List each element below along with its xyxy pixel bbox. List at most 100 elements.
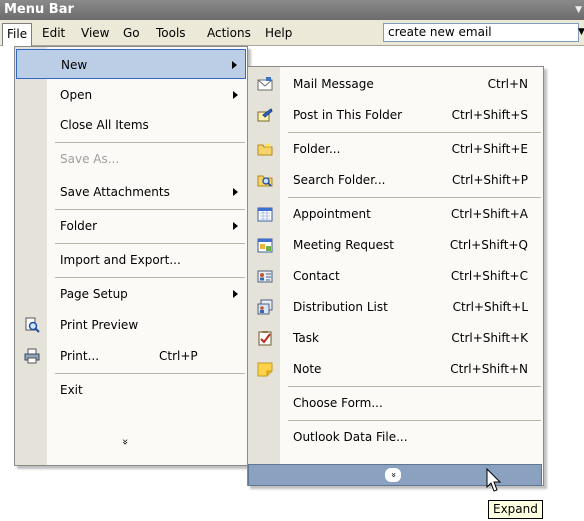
mouse-cursor-icon <box>486 468 502 492</box>
submenu-arrow-icon <box>233 91 238 99</box>
separator <box>288 420 541 421</box>
menu-item-label: Print... <box>60 349 100 363</box>
ask-question-input[interactable]: create new email <box>383 23 579 42</box>
menu-item-shortcut: Ctrl+Shift+S <box>451 108 528 122</box>
new-outlook-data-file[interactable]: Outlook Data File... <box>249 422 542 452</box>
menu-item-shortcut: Ctrl+N <box>487 77 528 91</box>
ask-dropdown-icon[interactable]: ▼ <box>578 27 584 37</box>
file-menu-open[interactable]: Open <box>16 80 246 110</box>
separator <box>55 243 245 244</box>
menu-item-shortcut: Ctrl+Shift+P <box>452 173 528 187</box>
menu-item-shortcut: Ctrl+Shift+L <box>452 300 528 314</box>
printer-icon <box>24 348 40 364</box>
menu-item-label: Print Preview <box>60 318 139 332</box>
separator <box>288 197 541 198</box>
print-preview-icon <box>25 317 40 333</box>
new-mail-message[interactable]: Mail Message Ctrl+N <box>249 69 542 99</box>
post-icon <box>257 108 273 122</box>
separator <box>55 209 245 210</box>
menu-item-shortcut: Ctrl+Shift+K <box>451 331 528 345</box>
menu-bar: File Edit View Go Tools Actions Help cre… <box>0 20 584 46</box>
file-menu-folder[interactable]: Folder <box>16 211 246 241</box>
menu-item-label: Post in This Folder <box>293 108 403 122</box>
menu-item-label: New <box>61 58 88 72</box>
menu-item-label: Exit <box>60 383 83 397</box>
file-menu-print-preview[interactable]: Print Preview <box>16 310 246 340</box>
menu-bar-title: Menu Bar ▼ <box>0 0 584 20</box>
menu-item-label: Folder <box>60 219 98 233</box>
chevron-glyph: » <box>387 472 398 478</box>
menu-help[interactable]: Help <box>261 24 296 42</box>
separator <box>288 132 541 133</box>
menu-item-label: Outlook Data File... <box>293 430 408 444</box>
file-menu-page-setup[interactable]: Page Setup <box>16 279 246 309</box>
new-task[interactable]: Task Ctrl+Shift+K <box>249 323 542 353</box>
new-choose-form[interactable]: Choose Form... <box>249 388 542 418</box>
menu-item-shortcut: Ctrl+Shift+N <box>450 362 528 376</box>
meeting-request-icon <box>257 238 273 253</box>
expand-tooltip: Expand <box>488 500 543 519</box>
menu-item-label: Note <box>293 362 322 376</box>
menu-item-label: Distribution List <box>293 300 388 314</box>
new-appointment[interactable]: Appointment Ctrl+Shift+A <box>249 199 542 229</box>
appointment-icon <box>257 207 273 222</box>
menu-view[interactable]: View <box>77 24 113 42</box>
menu-item-label: Close All Items <box>60 118 149 132</box>
menu-item-label: Choose Form... <box>293 396 383 410</box>
new-note[interactable]: Note Ctrl+Shift+N <box>249 354 542 384</box>
file-menu-new[interactable]: New <box>16 49 246 79</box>
submenu-arrow-icon <box>233 290 238 298</box>
menu-actions[interactable]: Actions <box>203 24 255 42</box>
menu-file[interactable]: File <box>2 23 33 46</box>
menu-item-label: Mail Message <box>293 77 374 91</box>
separator <box>288 386 541 387</box>
separator <box>55 373 245 374</box>
menu-edit[interactable]: Edit <box>38 24 69 42</box>
file-menu-import-export[interactable]: Import and Export... <box>16 245 246 275</box>
menu-item-label: Page Setup <box>60 287 128 301</box>
menu-item-shortcut: Ctrl+Shift+A <box>451 207 528 221</box>
expand-chevron-icon[interactable]: » <box>385 468 401 482</box>
separator <box>55 277 245 278</box>
file-menu-expand-chevron-icon[interactable]: » <box>116 432 134 452</box>
menu-item-label: Task <box>293 331 319 345</box>
new-post-in-folder[interactable]: Post in This Folder Ctrl+Shift+S <box>249 100 542 130</box>
menu-item-label: Contact <box>293 269 340 283</box>
file-menu-print[interactable]: Print... Ctrl+P <box>16 341 246 371</box>
mail-message-icon <box>257 77 273 91</box>
menu-go[interactable]: Go <box>119 24 144 42</box>
note-icon <box>257 362 273 377</box>
folder-icon <box>257 142 273 156</box>
distribution-list-icon <box>257 299 273 315</box>
separator <box>55 142 245 143</box>
new-distribution-list[interactable]: Distribution List Ctrl+Shift+L <box>249 292 542 322</box>
menu-tools[interactable]: Tools <box>152 24 190 42</box>
menu-item-label: Import and Export... <box>60 253 181 267</box>
window-title: Menu Bar <box>4 2 74 17</box>
contact-icon <box>257 270 273 283</box>
menu-item-label: Save As... <box>60 152 120 166</box>
menu-item-shortcut: Ctrl+Shift+C <box>450 269 528 283</box>
menu-item-shortcut: Ctrl+P <box>159 349 198 363</box>
file-menu: New Open Close All Items Save As... Save… <box>14 46 248 466</box>
menu-item-label: Save Attachments <box>60 185 170 199</box>
file-menu-exit[interactable]: Exit <box>16 375 246 405</box>
menu-item-label: Search Folder... <box>293 173 386 187</box>
file-menu-save-as: Save As... <box>16 144 246 174</box>
menu-item-label: Meeting Request <box>293 238 394 252</box>
submenu-arrow-icon <box>232 61 237 69</box>
file-menu-save-attachments[interactable]: Save Attachments <box>16 177 246 207</box>
new-folder[interactable]: Folder... Ctrl+Shift+E <box>249 134 542 164</box>
menu-item-label: Appointment <box>293 207 371 221</box>
file-menu-close-all[interactable]: Close All Items <box>16 110 246 140</box>
menu-item-shortcut: Ctrl+Shift+E <box>451 142 528 156</box>
new-search-folder[interactable]: Search Folder... Ctrl+Shift+P <box>249 165 542 195</box>
submenu-arrow-icon <box>233 222 238 230</box>
menu-item-label: Open <box>60 88 93 102</box>
search-folder-icon <box>257 175 273 187</box>
title-dropdown-icon[interactable]: ▼ <box>575 0 582 20</box>
new-meeting-request[interactable]: Meeting Request Ctrl+Shift+Q <box>249 230 542 260</box>
new-contact[interactable]: Contact Ctrl+Shift+C <box>249 261 542 291</box>
menu-item-label: Folder... <box>293 142 341 156</box>
new-submenu: Mail Message Ctrl+N Post in This Folder … <box>247 66 544 486</box>
